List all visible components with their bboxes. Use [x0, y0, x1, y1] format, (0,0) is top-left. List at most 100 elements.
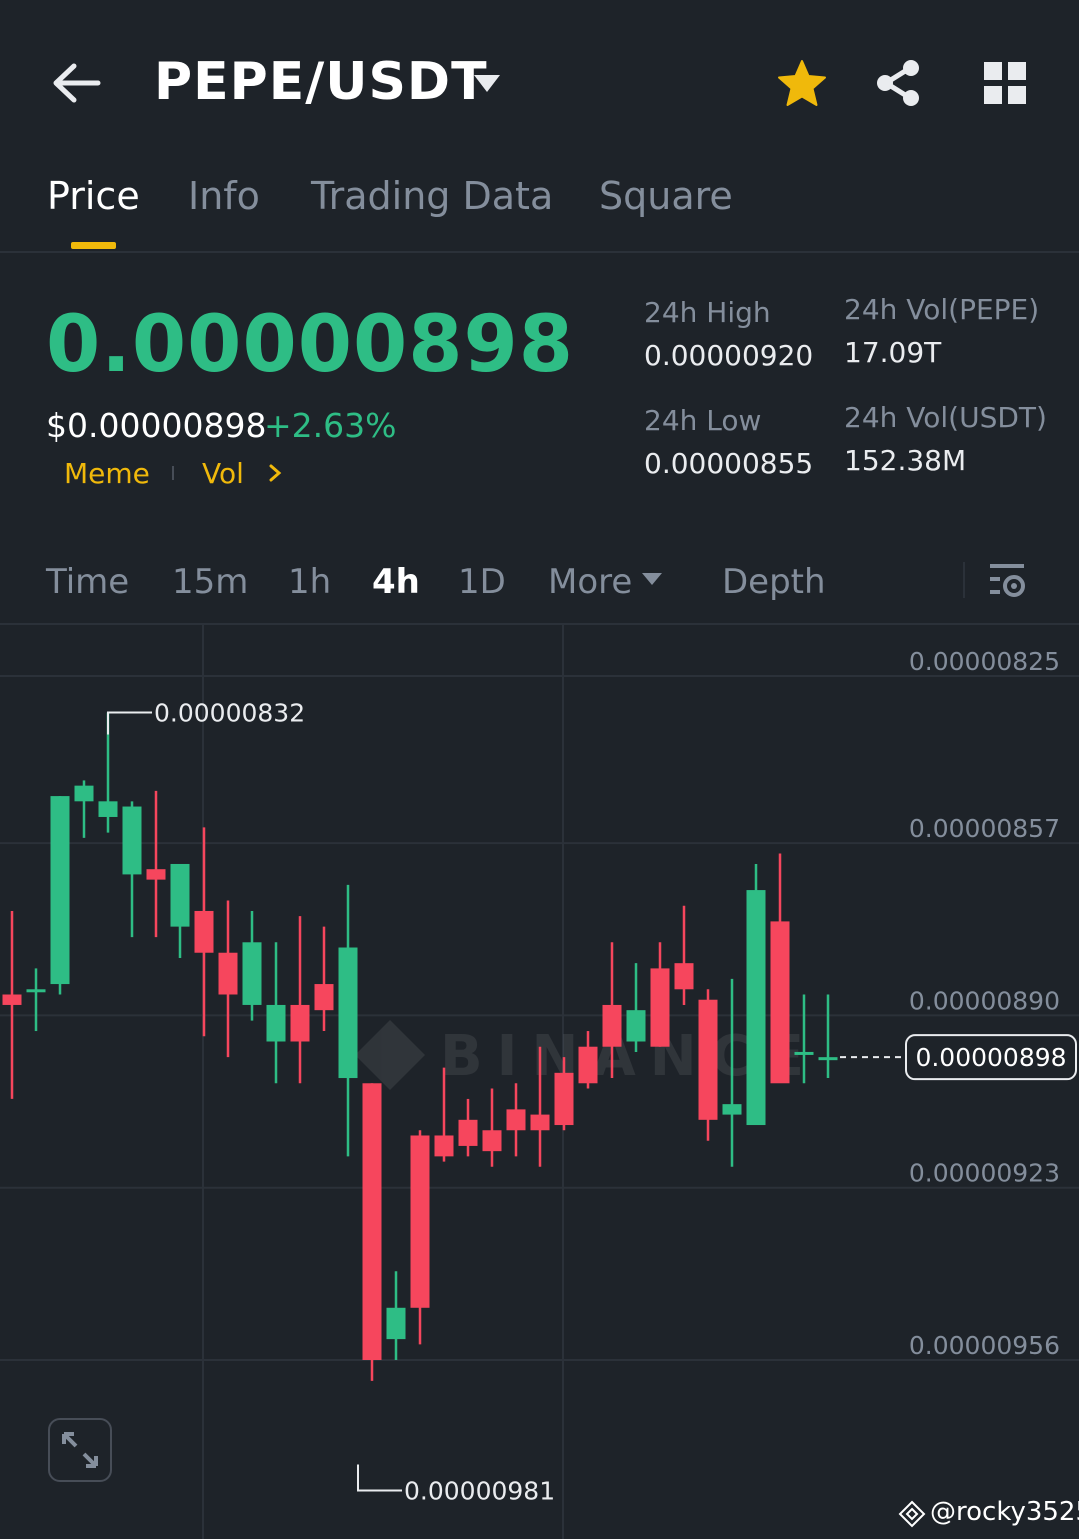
last-price: 0.00000898 [46, 300, 575, 390]
candle-body [578, 1046, 598, 1084]
star-icon[interactable] [776, 58, 828, 110]
candle-body [122, 806, 142, 875]
candle [482, 1088, 502, 1167]
high-marker-line [107, 711, 152, 735]
interval-1h[interactable]: 1h [288, 562, 331, 602]
interval-4h[interactable]: 4h [372, 562, 420, 602]
candle [410, 1130, 430, 1345]
candle-body [554, 1072, 574, 1126]
candle-body [98, 801, 118, 817]
high-marker-label: 0.00000832 [154, 699, 305, 728]
candle [218, 900, 238, 1058]
vol-base-label: 24h Vol(PEPE) [844, 293, 1040, 326]
share-icon[interactable] [874, 58, 924, 108]
candle-body [50, 796, 70, 985]
tag-meme[interactable]: Meme [64, 457, 150, 490]
candle [50, 796, 70, 995]
candle-body [458, 1119, 478, 1146]
binance-logo-icon [898, 1500, 926, 1528]
candle [242, 910, 262, 1021]
low-marker-label: 0.00000981 [404, 1477, 555, 1506]
candle-body [266, 1004, 286, 1042]
candle [746, 863, 766, 1126]
tab-info[interactable]: Info [188, 174, 260, 218]
candle [170, 863, 190, 958]
divider [963, 562, 965, 598]
interval-time[interactable]: Time [46, 562, 129, 602]
candle [818, 994, 838, 1079]
candle-body [650, 968, 670, 1047]
vol-base-value: 17.09T [844, 336, 942, 369]
price-change-percent: +2.63% [264, 406, 397, 445]
vol-quote-value: 152.38M [844, 444, 967, 477]
chart-settings-icon[interactable] [986, 560, 1030, 600]
candle-body [74, 785, 94, 802]
candle [458, 1098, 478, 1157]
candle-body [602, 1004, 622, 1047]
expand-chart-button[interactable] [48, 1418, 112, 1482]
interval-more[interactable]: More [548, 562, 632, 602]
candle [194, 827, 214, 1037]
grid-icon[interactable] [982, 60, 1028, 106]
candle [626, 963, 646, 1052]
tab-price[interactable]: Price [47, 174, 140, 218]
candle [338, 884, 358, 1157]
candle [674, 905, 694, 1005]
candle-body [362, 1083, 382, 1360]
high-value: 0.00000920 [644, 339, 814, 372]
candle [266, 942, 286, 1084]
watermark-text: @rocky3525 [930, 1497, 1079, 1527]
candle [650, 942, 670, 1047]
tag-vol[interactable]: Vol [202, 457, 244, 490]
price-axis-label: 0.00000923 [909, 1159, 1060, 1188]
candle-body [818, 1057, 838, 1061]
high-label: 24h High [644, 296, 771, 329]
candle-body [410, 1135, 430, 1308]
interval-15m[interactable]: 15m [172, 562, 248, 602]
candle-body [626, 1010, 646, 1042]
pair-title[interactable]: PEPE/USDT [154, 52, 488, 112]
candlestick-chart[interactable]: BINANCE 0.000008250.000008570.000008900.… [0, 625, 1079, 1539]
caret-down-icon[interactable] [641, 572, 663, 586]
expand-icon [62, 1432, 98, 1468]
caret-down-icon[interactable] [472, 72, 502, 94]
candle-body [386, 1307, 406, 1340]
candle [26, 968, 46, 1032]
price-axis-label: 0.00000956 [909, 1331, 1060, 1360]
divider [0, 251, 1079, 253]
interval-1d[interactable]: 1D [458, 562, 506, 602]
candle [386, 1271, 406, 1360]
candle-body [746, 890, 766, 1126]
candle-body [482, 1130, 502, 1152]
candle-body [698, 999, 718, 1120]
candle [122, 801, 142, 938]
top-bar: PEPE/USDT [0, 0, 1079, 160]
candle-body [26, 989, 46, 993]
low-value: 0.00000855 [644, 447, 814, 480]
current-price-label: 0.00000898 [915, 1043, 1066, 1072]
low-marker-line [357, 1464, 402, 1492]
candle-body [338, 947, 358, 1079]
candles [2, 712, 838, 1381]
tab-trading-data[interactable]: Trading Data [311, 174, 553, 218]
candle-body [242, 942, 262, 1005]
low-label: 24h Low [644, 404, 762, 437]
interval-depth[interactable]: Depth [722, 562, 826, 602]
candle [770, 853, 790, 1084]
candle [2, 910, 22, 1099]
price-axis-label: 0.00000890 [909, 986, 1060, 1015]
tag-separator [172, 466, 174, 480]
candle [146, 790, 166, 938]
candle-body [722, 1104, 742, 1115]
candle-body [434, 1135, 454, 1157]
back-arrow-icon[interactable] [50, 58, 102, 108]
candle [74, 780, 94, 838]
chevron-right-icon[interactable] [266, 462, 284, 484]
candle-body [170, 863, 190, 927]
candle-body [194, 910, 214, 953]
candle-body [794, 1051, 814, 1055]
price-axis: 0.00000825 0.00000857 0.00000890 0.00000923… [909, 647, 1060, 1360]
price-axis-label: 0.00000857 [909, 814, 1060, 843]
tab-square[interactable]: Square [599, 174, 733, 218]
candle-body [530, 1114, 550, 1131]
